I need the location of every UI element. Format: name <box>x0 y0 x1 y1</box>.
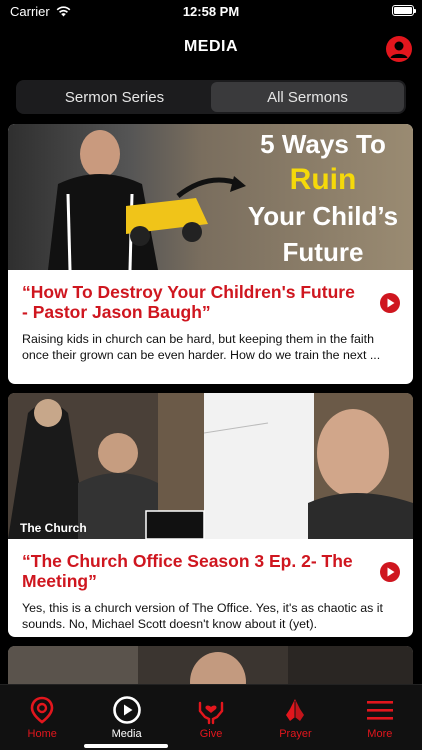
sermon-description: Yes, this is a church version of The Off… <box>22 601 383 631</box>
media-segmented-control: Sermon Series All Sermons <box>16 80 406 114</box>
status-bar: Carrier 12:58 PM <box>0 0 422 24</box>
tab-give[interactable]: Give <box>169 685 253 750</box>
sermon-title: “The Church Office Season 3 Ep. 2- The M… <box>22 551 353 591</box>
tab-more[interactable]: More <box>338 685 422 750</box>
tab-label: Media <box>111 728 142 740</box>
thumbnail-line: 5 Ways To <box>260 129 386 159</box>
tab-home[interactable]: Home <box>0 685 84 750</box>
sermon-thumbnail: 5 Ways To Ruin Your Child’s Future <box>8 124 413 270</box>
tab-label: Prayer <box>279 728 312 740</box>
person-circle-icon <box>390 41 408 58</box>
status-time: 12:58 PM <box>182 4 240 19</box>
active-tab-indicator <box>84 744 169 748</box>
thumbnail-caption: The Church <box>20 521 87 535</box>
sermon-card[interactable]: The Church “The Church Office Season 3 E… <box>8 393 413 637</box>
menu-icon <box>366 701 393 720</box>
segment-label: Sermon Series <box>64 88 165 106</box>
segment-label: All Sermons <box>267 88 348 106</box>
give-hands-heart-icon <box>198 701 224 725</box>
thumbnail-headline: 5 Ways To Ruin Your Child’s Future <box>228 124 413 270</box>
play-icon[interactable] <box>379 561 401 583</box>
profile-button[interactable] <box>386 36 412 62</box>
thumbnail-line: Your Child’s <box>247 201 399 231</box>
office-scene-illustration <box>8 393 413 539</box>
segment-sermon-series[interactable]: Sermon Series <box>18 82 211 112</box>
sermon-thumbnail: The Church <box>8 393 413 539</box>
thumbnail-line: Future <box>282 237 364 267</box>
nav-header: MEDIA <box>0 28 422 68</box>
tab-label: Give <box>199 728 223 740</box>
page-title: MEDIA <box>183 38 239 55</box>
play-circle-icon <box>112 696 141 724</box>
tab-prayer[interactable]: Prayer <box>253 685 337 750</box>
tab-media[interactable]: Media <box>84 685 169 750</box>
sermon-description: Raising kids in church can be hard, but … <box>22 332 381 362</box>
sermon-card-body: “The Church Office Season 3 Ep. 2- The M… <box>8 539 413 632</box>
battery-icon <box>392 5 416 16</box>
tab-label: Home <box>27 728 57 740</box>
praying-hands-icon <box>286 699 305 721</box>
tab-label: More <box>367 728 393 740</box>
play-icon[interactable] <box>379 292 401 314</box>
segment-all-sermons[interactable]: All Sermons <box>211 82 404 112</box>
sermon-card[interactable]: 5 Ways To Ruin Your Child’s Future “How … <box>8 124 413 384</box>
sermon-title: “How To Destroy Your Children's Future -… <box>22 282 355 322</box>
thumbnail-line: Ruin <box>289 163 357 196</box>
home-pin-icon <box>30 696 54 724</box>
tab-bar: Home Media Give Prayer More <box>0 684 422 750</box>
sermon-card-body: “How To Destroy Your Children's Future -… <box>8 270 413 363</box>
